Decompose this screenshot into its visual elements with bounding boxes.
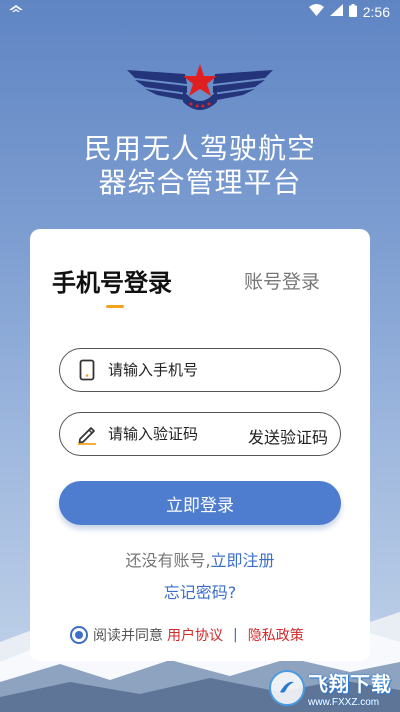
status-right: 2:56	[308, 3, 390, 21]
signal-icon	[329, 4, 343, 20]
app-title-line1: 民用无人驾驶航空	[83, 132, 316, 165]
phone-icon	[76, 358, 98, 382]
forgot-password-link[interactable]: 忘记密码?	[30, 579, 370, 603]
login-card: 手机号登录 账号登录 发送验证码 立即登录 还没有账号,立即注册 忘记密码? 阅…	[30, 229, 370, 661]
battery-icon	[348, 3, 357, 21]
watermark-title: 飞翔下载	[308, 672, 392, 696]
user-agreement-link[interactable]: 用户协议	[167, 625, 223, 645]
agreement-separator: |	[233, 627, 238, 643]
status-bar: 2:56	[0, 0, 400, 24]
app-title-line2: 器综合管理平台	[98, 166, 302, 199]
status-time: 2:56	[362, 4, 390, 20]
tab-active-indicator	[106, 305, 124, 308]
radio-dot	[75, 631, 83, 639]
watermark-logo-icon	[269, 670, 305, 706]
tab-account-login[interactable]: 账号登录	[244, 267, 320, 294]
tab-phone-login[interactable]: 手机号登录	[52, 263, 172, 298]
register-link[interactable]: 立即注册	[211, 551, 275, 570]
caac-wings-logo	[127, 64, 273, 110]
code-field[interactable]: 发送验证码	[59, 412, 341, 456]
app-notification-icon	[8, 3, 24, 21]
no-account-text: 还没有账号,	[125, 551, 211, 570]
app-title: 民用无人驾驶航空 器综合管理平台	[0, 132, 400, 200]
watermark-text: 飞翔下载 www.FXXZ.com	[308, 668, 392, 708]
agree-prefix: 阅读并同意	[93, 628, 163, 644]
status-left	[8, 3, 24, 21]
phone-field[interactable]	[59, 348, 341, 392]
login-button[interactable]: 立即登录	[59, 481, 341, 525]
agree-radio[interactable]	[70, 626, 88, 644]
pencil-icon	[76, 422, 98, 446]
privacy-policy-link[interactable]: 隐私政策	[248, 625, 304, 645]
watermark-url: www.FXXZ.com	[308, 697, 380, 708]
agreement-row: 阅读并同意 用户协议 | 隐私政策	[70, 625, 304, 645]
watermark: 飞翔下载 www.FXXZ.com	[269, 668, 392, 708]
send-code-button[interactable]: 发送验证码	[248, 424, 328, 448]
wifi-icon	[308, 4, 324, 20]
phone-input[interactable]	[108, 361, 278, 379]
register-line: 还没有账号,立即注册	[30, 547, 370, 571]
code-input[interactable]	[108, 425, 228, 443]
